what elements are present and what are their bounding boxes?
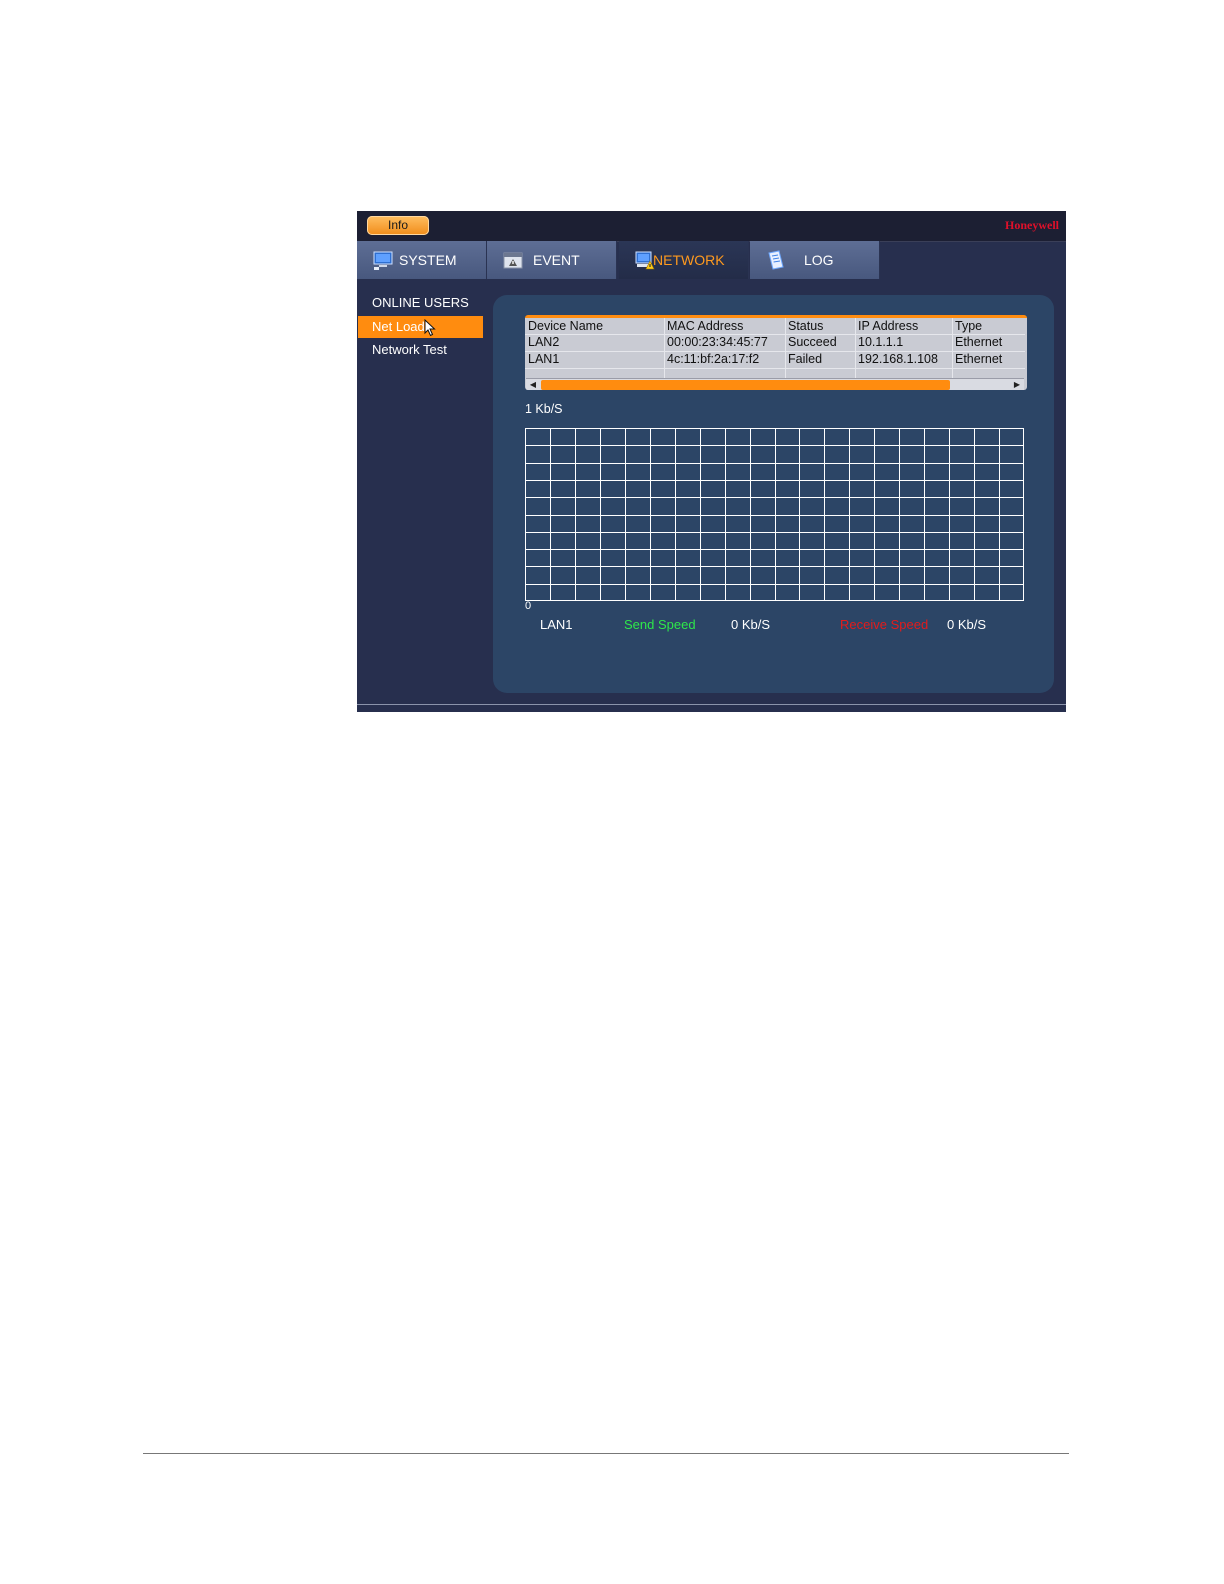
net-load-panel: Device Name MAC Address Status IP Addres… (493, 295, 1054, 693)
log-icon (768, 250, 784, 270)
tab-label: LOG (804, 252, 834, 268)
column-header[interactable]: MAC Address (667, 318, 743, 334)
main-tabs: SYSTEM EVENT NETWORK LOG (357, 241, 1066, 279)
table-cell: 10.1.1.1 (858, 335, 904, 349)
monitor-icon (373, 251, 393, 270)
table-cell: Ethernet (955, 335, 1003, 349)
graph-y-min-label: 0 (525, 600, 532, 612)
row-divider (525, 368, 1025, 369)
tab-label: SYSTEM (399, 252, 457, 268)
tab-event[interactable]: EVENT (487, 241, 617, 279)
horizontal-scrollbar[interactable]: ◀ ▶ (526, 378, 1024, 390)
column-header[interactable]: Type (955, 318, 982, 334)
info-button[interactable]: Info (367, 216, 429, 235)
mouse-cursor-icon (424, 319, 436, 337)
column-header[interactable]: Status (788, 318, 823, 334)
brand-logo: Honeywell (1005, 218, 1059, 232)
legend-device: LAN1 (540, 617, 573, 632)
tab-log[interactable]: LOG (750, 241, 880, 279)
event-icon (503, 252, 523, 269)
scroll-left-icon[interactable]: ◀ (526, 379, 540, 390)
tab-system[interactable]: SYSTEM (357, 241, 487, 279)
legend-send-label: Send Speed (624, 617, 696, 632)
net-load-graph (525, 428, 1024, 601)
table-cell: LAN1 (528, 352, 560, 366)
tab-label: EVENT (533, 252, 580, 268)
table-cell: 4c:11:bf:2a:17:f2 (667, 352, 760, 366)
title-bar: Info Honeywell (357, 211, 1066, 242)
sidebar-item-label: Net Load (372, 319, 425, 334)
table-cell: LAN2 (528, 335, 560, 349)
table-row[interactable]: LAN1 4c:11:bf:2a:17:f2 Failed 192.168.1.… (525, 351, 1025, 367)
table-cell: 00:00:23:34:45:77 (667, 335, 768, 349)
table-cell: Succeed (788, 335, 837, 349)
sidebar-item-online-users[interactable]: ONLINE USERS (358, 292, 483, 314)
network-icon (635, 251, 655, 270)
page-footer-rule (143, 1453, 1069, 1454)
device-table: Device Name MAC Address Status IP Addres… (525, 315, 1027, 390)
network-config-window: Info Honeywell SYSTEM EVENT NETWORK LOG … (357, 211, 1066, 712)
bottom-divider (357, 704, 1066, 705)
table-cell: 192.168.1.108 (858, 352, 938, 366)
table-row[interactable]: LAN2 00:00:23:34:45:77 Succeed 10.1.1.1 … (525, 334, 1025, 350)
table-cell: Failed (788, 352, 823, 366)
scrollbar-thumb[interactable] (541, 380, 950, 390)
scroll-right-icon[interactable]: ▶ (1010, 379, 1024, 390)
table-cell: Ethernet (955, 352, 1003, 366)
legend-receive-value: 0 Kb/S (947, 617, 987, 632)
legend-send-value: 0 Kb/S (731, 617, 771, 632)
legend-receive-label: Receive Speed (840, 617, 929, 632)
graph-y-max-label: 1 Kb/S (525, 402, 563, 416)
column-header[interactable]: IP Address (858, 318, 918, 334)
table-header: Device Name MAC Address Status IP Addres… (525, 318, 1025, 334)
sidebar-item-net-load[interactable]: Net Load (358, 316, 483, 338)
column-header[interactable]: Device Name (528, 318, 603, 334)
tab-network[interactable]: NETWORK (619, 241, 749, 279)
tab-label: NETWORK (653, 252, 725, 268)
sidebar-item-network-test[interactable]: Network Test (358, 339, 483, 361)
